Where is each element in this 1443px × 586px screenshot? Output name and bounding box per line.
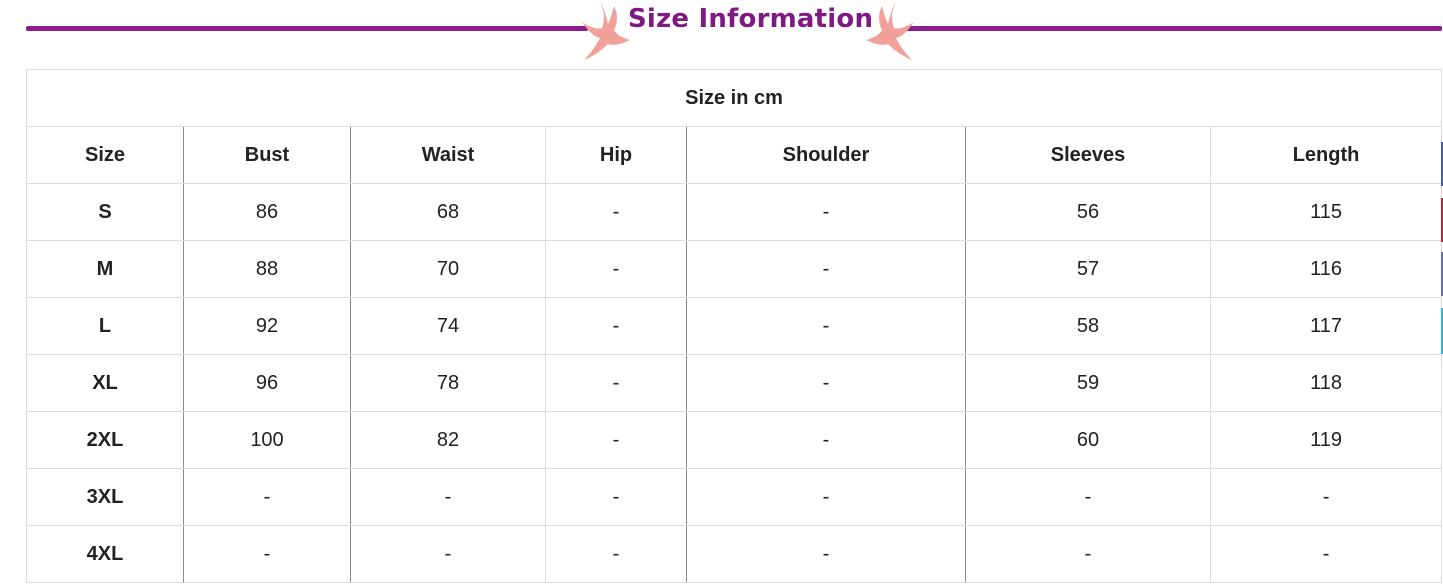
measurement-cell: - bbox=[1209, 525, 1443, 583]
size-label-cell: S bbox=[26, 183, 184, 241]
measurement-cell: - bbox=[545, 468, 687, 526]
measurement-cell: - bbox=[686, 354, 966, 412]
table-row: 3XL - - - - - - bbox=[26, 468, 1443, 526]
measurement-cell: - bbox=[686, 240, 966, 298]
measurement-cell: 96 bbox=[183, 354, 351, 412]
measurement-cell: 117 bbox=[1209, 297, 1443, 355]
table-row: S 86 68- -56 115 bbox=[26, 183, 1443, 241]
header-length: Length bbox=[1209, 126, 1443, 184]
measurement-cell: - bbox=[686, 468, 966, 526]
measurement-cell: 78 bbox=[350, 354, 546, 412]
size-label-cell: 3XL bbox=[26, 468, 184, 526]
measurement-cell: - bbox=[350, 525, 546, 583]
measurement-cell: 68 bbox=[350, 183, 546, 241]
measurement-cell: 82 bbox=[350, 411, 546, 469]
size-table: Size in cm Size Bust Waist Hip Shoulder … bbox=[25, 69, 1443, 583]
measurement-cell: 88 bbox=[183, 240, 351, 298]
measurement-cell: - bbox=[545, 297, 687, 355]
measurement-cell: - bbox=[545, 240, 687, 298]
measurement-cell: - bbox=[686, 525, 966, 583]
measurement-cell: - bbox=[686, 297, 966, 355]
table-caption: Size in cm bbox=[25, 69, 1443, 127]
measurement-cell: 58 bbox=[965, 297, 1211, 355]
measurement-cell: 59 bbox=[965, 354, 1211, 412]
measurement-cell: - bbox=[350, 468, 546, 526]
measurement-cell: 116 bbox=[1209, 240, 1443, 298]
measurement-cell: 115 bbox=[1209, 183, 1443, 241]
table-row: L 92 74- -58 117 bbox=[26, 297, 1443, 355]
measurement-cell: - bbox=[545, 525, 687, 583]
measurement-cell: 56 bbox=[965, 183, 1211, 241]
size-label-cell: M bbox=[26, 240, 184, 298]
table-row: 4XL - - - - - - bbox=[26, 525, 1443, 583]
measurement-cell: 60 bbox=[965, 411, 1211, 469]
banner-title: Size Information bbox=[628, 4, 874, 34]
measurement-cell: 92 bbox=[183, 297, 351, 355]
banner-right-rule bbox=[905, 26, 1442, 31]
table-row: XL 96 78- -59 118 bbox=[26, 354, 1443, 412]
header-shoulder: Shoulder bbox=[686, 126, 966, 184]
header-waist: Waist bbox=[350, 126, 546, 184]
header-bust: Bust bbox=[183, 126, 351, 184]
measurement-cell: - bbox=[183, 525, 351, 583]
measurement-cell: - bbox=[1209, 468, 1443, 526]
size-label-cell: 4XL bbox=[26, 525, 184, 583]
caption-row: Size in cm bbox=[25, 69, 1443, 127]
measurement-cell: 86 bbox=[183, 183, 351, 241]
size-label-cell: XL bbox=[26, 354, 184, 412]
measurement-cell: - bbox=[545, 183, 687, 241]
measurement-cell: - bbox=[545, 354, 687, 412]
banner-left-rule bbox=[26, 26, 588, 31]
measurement-cell: - bbox=[686, 183, 966, 241]
measurement-cell: - bbox=[183, 468, 351, 526]
measurement-cell: 100 bbox=[183, 411, 351, 469]
size-label-cell: L bbox=[26, 297, 184, 355]
measurement-cell: 74 bbox=[350, 297, 546, 355]
size-label-cell: 2XL bbox=[26, 411, 184, 469]
measurement-cell: 57 bbox=[965, 240, 1211, 298]
measurement-cell: - bbox=[965, 468, 1211, 526]
measurement-cell: - bbox=[545, 411, 687, 469]
bird-icon-right bbox=[866, 2, 914, 60]
measurement-cell: - bbox=[965, 525, 1211, 583]
table-row: M 88 70- -57 116 bbox=[26, 240, 1443, 298]
header-size: Size bbox=[26, 126, 184, 184]
size-information-banner: Size Information bbox=[0, 0, 1443, 66]
table-row: 2XL 100 82- -60 119 bbox=[26, 411, 1443, 469]
measurement-cell: 118 bbox=[1209, 354, 1443, 412]
measurement-cell: 119 bbox=[1209, 411, 1443, 469]
header-hip: Hip bbox=[545, 126, 687, 184]
measurement-cell: 70 bbox=[350, 240, 546, 298]
measurement-cell: - bbox=[686, 411, 966, 469]
header-row: Size Bust Waist Hip Shoulder Sleeves Len… bbox=[26, 126, 1443, 184]
header-sleeves: Sleeves bbox=[965, 126, 1211, 184]
